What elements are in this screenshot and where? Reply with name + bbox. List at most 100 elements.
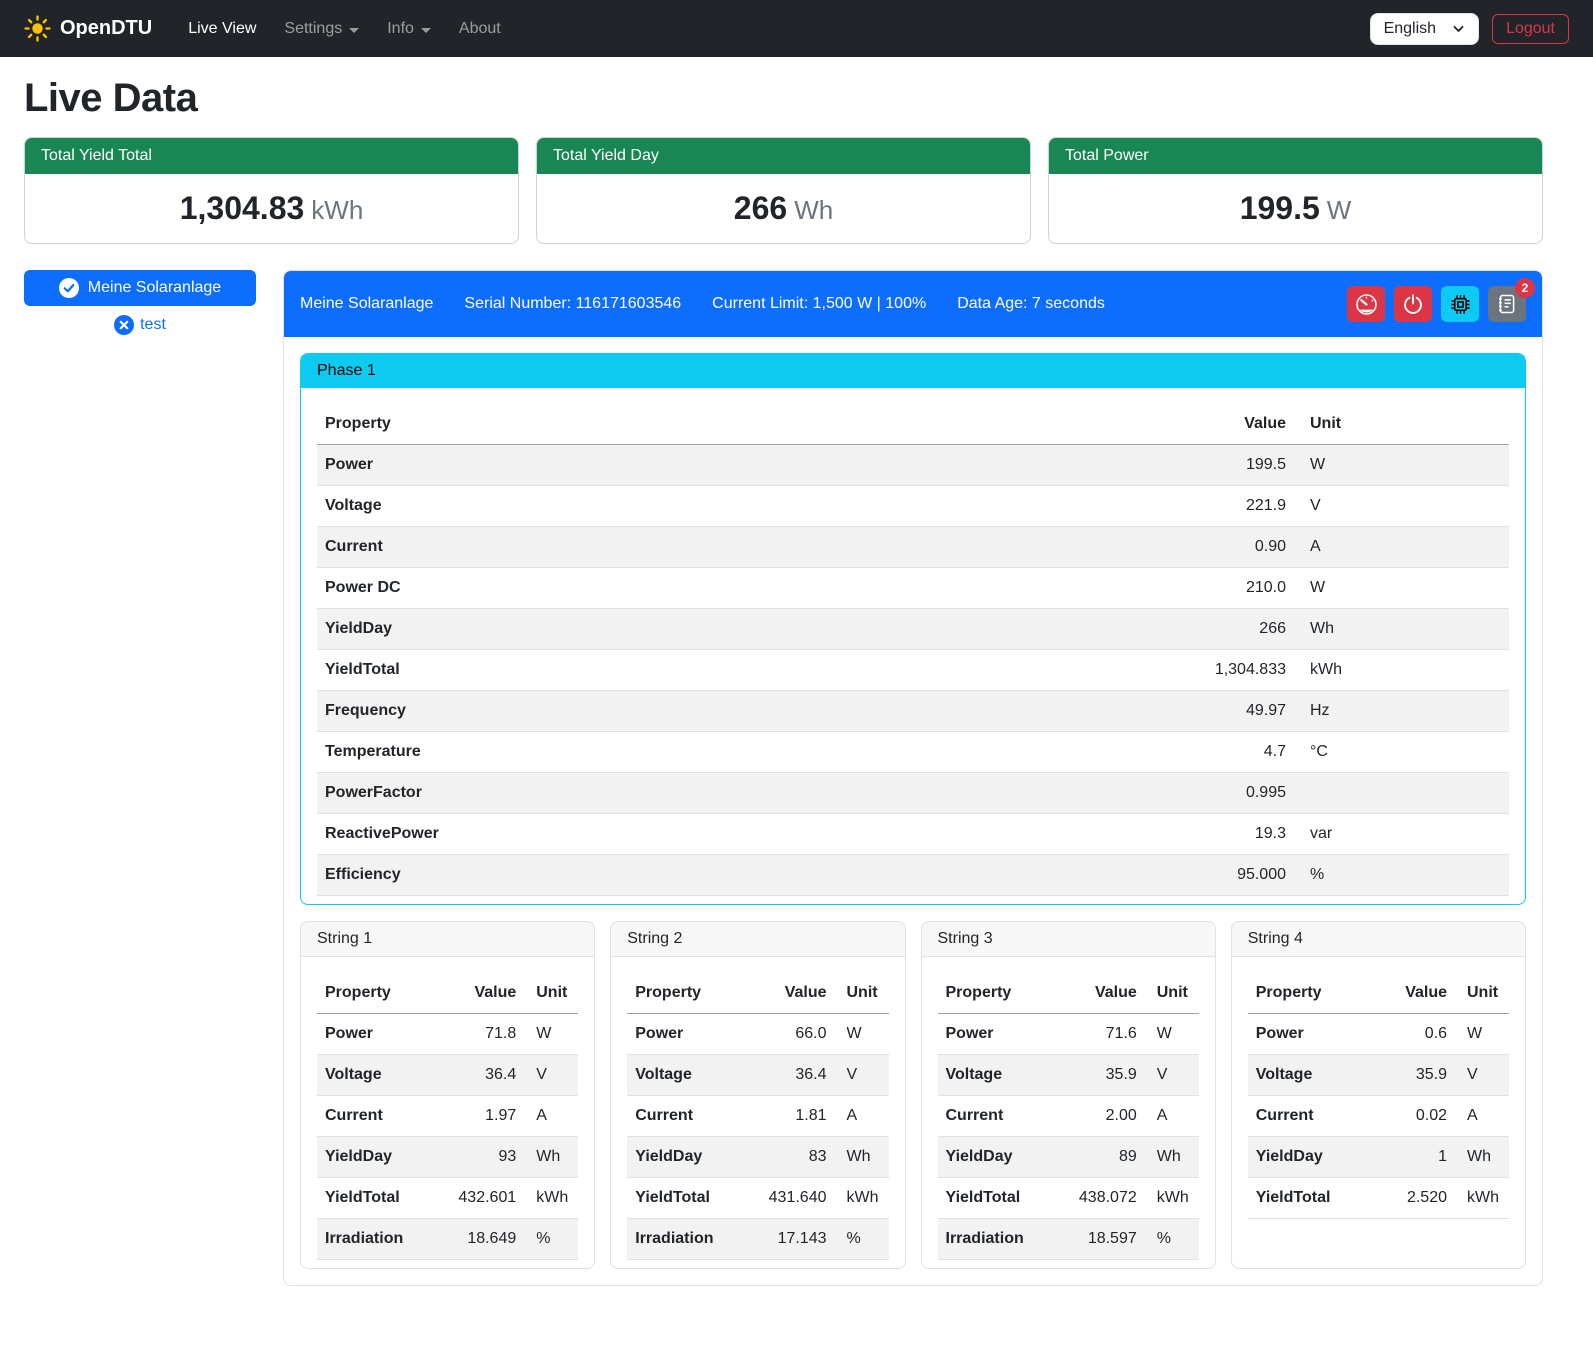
device-info-button[interactable]: [1441, 286, 1479, 322]
property-column-header: Property: [938, 973, 1054, 1014]
table-row: Efficiency95.000%: [317, 855, 1509, 896]
unit-cell: °C: [1294, 732, 1509, 773]
chevron-down-icon: [1452, 22, 1465, 35]
table-row: Power DC210.0W: [317, 568, 1509, 609]
property-column-header: Property: [317, 973, 433, 1014]
nav-live-view[interactable]: Live View: [174, 12, 270, 46]
value-cell: 266: [902, 609, 1295, 650]
table-row: YieldDay89Wh: [938, 1137, 1199, 1178]
property-cell: Power: [627, 1014, 743, 1055]
value-cell: 210.0: [902, 568, 1295, 609]
property-cell: Current: [1248, 1096, 1375, 1137]
summary-cards-row: Total Yield Total 1,304.83kWh Total Yiel…: [24, 137, 1543, 244]
card-unit: kWh: [311, 195, 363, 225]
value-cell: 1,304.833: [902, 650, 1295, 691]
string-card-body: Property Value Unit Power0.6WVoltage35.9…: [1232, 957, 1525, 1227]
unit-cell: V: [1145, 1055, 1199, 1096]
value-cell: 93: [433, 1137, 524, 1178]
card-value: 266: [734, 190, 787, 226]
string-card-body: Property Value Unit Power66.0WVoltage36.…: [611, 957, 904, 1268]
table-row: Power71.8W: [317, 1014, 578, 1055]
property-cell: Power: [938, 1014, 1054, 1055]
table-row: Current2.00A: [938, 1096, 1199, 1137]
total-power-card: Total Power 199.5W: [1048, 137, 1543, 244]
table-row: Frequency49.97Hz: [317, 691, 1509, 732]
table-row: PowerFactor0.995: [317, 773, 1509, 814]
event-count-badge: 2: [1515, 278, 1535, 298]
unit-cell: V: [1455, 1055, 1509, 1096]
string-card-header: String 2: [611, 922, 904, 957]
card-body: 266Wh: [537, 174, 1030, 243]
table-row: YieldTotal431.640kWh: [627, 1178, 888, 1219]
nav-info[interactable]: Info: [373, 12, 445, 46]
unit-cell: A: [1455, 1096, 1509, 1137]
property-cell: YieldTotal: [317, 1178, 433, 1219]
property-cell: Current: [317, 1096, 433, 1137]
limit-settings-button[interactable]: [1347, 286, 1385, 322]
string-card-header: String 3: [922, 922, 1215, 957]
power-button[interactable]: [1394, 286, 1432, 322]
nav-settings[interactable]: Settings: [270, 12, 373, 46]
property-cell: YieldDay: [627, 1137, 743, 1178]
navbar: OpenDTU Live View Settings Info About En…: [0, 0, 1593, 57]
property-cell: YieldDay: [1248, 1137, 1375, 1178]
value-cell: 35.9: [1374, 1055, 1455, 1096]
unit-cell: %: [835, 1219, 889, 1260]
phase-panel-body: Property Value Unit Power199.5WVoltage22…: [301, 388, 1525, 904]
value-cell: 89: [1054, 1137, 1145, 1178]
phase-table: Property Value Unit Power199.5WVoltage22…: [317, 404, 1509, 896]
value-cell: 19.3: [902, 814, 1295, 855]
table-row: YieldTotal2.520kWh: [1248, 1178, 1509, 1219]
unit-cell: V: [835, 1055, 889, 1096]
string-4-card: String 4 Property Value Unit: [1231, 921, 1526, 1269]
table-row: YieldDay83Wh: [627, 1137, 888, 1178]
logout-button[interactable]: Logout: [1492, 14, 1569, 44]
inverter-other-link[interactable]: test: [24, 315, 256, 335]
card-header: Total Power: [1049, 138, 1542, 174]
property-cell: Power: [317, 1014, 433, 1055]
table-row: Voltage36.4V: [627, 1055, 888, 1096]
content-row: Meine Solaranlage test Meine Solaranlage…: [24, 270, 1543, 1286]
inverter-selected-button[interactable]: Meine Solaranlage: [24, 270, 256, 306]
card-value: 199.5: [1240, 190, 1320, 226]
table-row: Temperature4.7°C: [317, 732, 1509, 773]
power-icon: [1402, 293, 1424, 315]
unit-cell: W: [1294, 445, 1509, 486]
table-row: Power199.5W: [317, 445, 1509, 486]
language-select-value: English: [1384, 20, 1436, 38]
table-row: YieldTotal1,304.833kWh: [317, 650, 1509, 691]
property-cell: Voltage: [1248, 1055, 1375, 1096]
table-row: Power0.6W: [1248, 1014, 1509, 1055]
nav-about[interactable]: About: [445, 12, 515, 46]
string-card-header: String 1: [301, 922, 594, 957]
value-cell: 17.143: [743, 1219, 834, 1260]
value-cell: 83: [743, 1137, 834, 1178]
value-column-header: Value: [902, 404, 1295, 445]
inverter-name: Meine Solaranlage: [300, 295, 433, 313]
card-unit: W: [1327, 195, 1352, 225]
x-circle-icon: [114, 315, 134, 335]
event-log-button[interactable]: 2: [1488, 286, 1526, 322]
brand-link[interactable]: OpenDTU: [24, 15, 152, 42]
table-row: Current0.90A: [317, 527, 1509, 568]
table-row: Irradiation17.143%: [627, 1219, 888, 1260]
unit-cell: kWh: [835, 1178, 889, 1219]
inverter-selected-label: Meine Solaranlage: [88, 279, 221, 297]
string-table: Property Value Unit Power71.8WVoltage36.…: [317, 973, 578, 1260]
unit-cell: Wh: [1294, 609, 1509, 650]
table-header-row: Property Value Unit: [317, 973, 578, 1014]
inverter-data-age: Data Age: 7 seconds: [957, 295, 1105, 313]
property-cell: Irradiation: [938, 1219, 1054, 1260]
value-cell: 2.520: [1374, 1178, 1455, 1219]
brand-label: OpenDTU: [60, 17, 152, 40]
string-table: Property Value Unit Power66.0WVoltage36.…: [627, 973, 888, 1260]
cpu-icon: [1449, 293, 1472, 316]
string-3-card: String 3 Property Value Unit: [921, 921, 1216, 1269]
language-select[interactable]: English: [1370, 13, 1479, 45]
value-cell: 0.02: [1374, 1096, 1455, 1137]
nav-info-label: Info: [387, 20, 414, 38]
string-table: Property Value Unit Power0.6WVoltage35.9…: [1248, 973, 1509, 1219]
table-row: Voltage35.9V: [1248, 1055, 1509, 1096]
value-cell: 36.4: [743, 1055, 834, 1096]
inverter-other-label: test: [140, 316, 166, 334]
